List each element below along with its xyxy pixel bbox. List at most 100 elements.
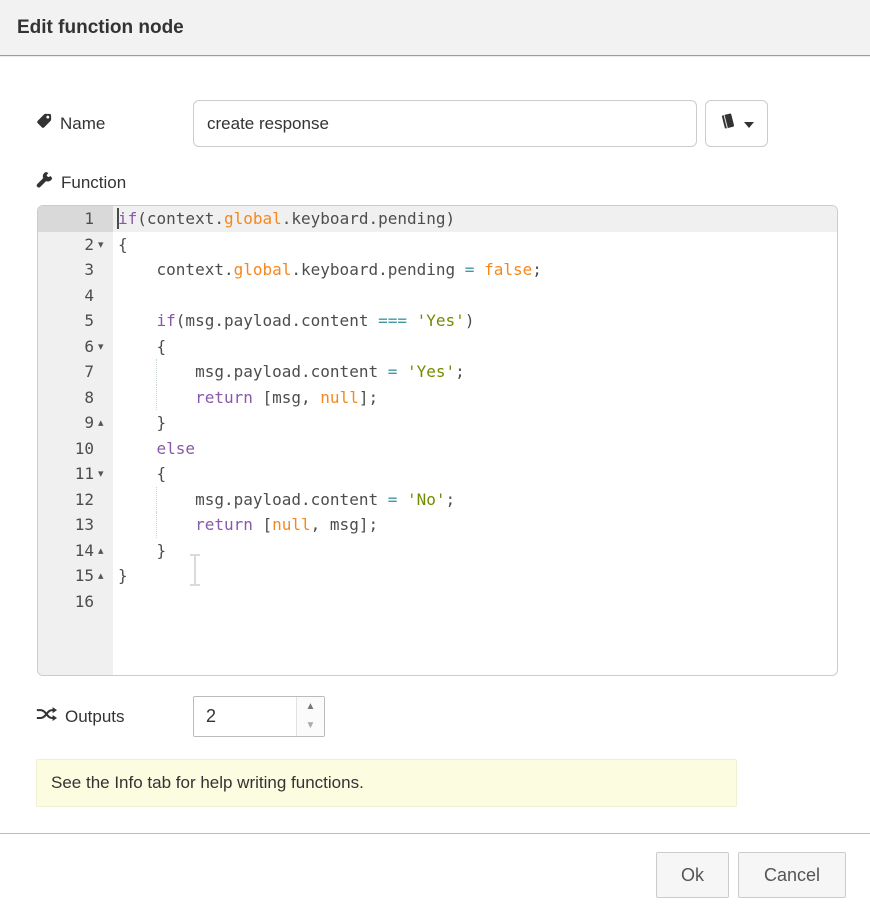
gutter-line: 8	[38, 385, 113, 411]
cancel-button[interactable]: Cancel	[738, 852, 846, 898]
gutter-line: 9▴	[38, 410, 113, 436]
dialog-title: Edit function node	[0, 0, 870, 55]
line-number: 13	[38, 512, 97, 538]
indent-guide	[156, 385, 157, 411]
code-line[interactable]: {	[113, 334, 837, 360]
name-label-text: Name	[60, 114, 105, 134]
mouse-ibeam-cursor	[188, 553, 202, 592]
line-number: 9	[38, 410, 97, 436]
outputs-label: Outputs	[36, 696, 125, 737]
gutter-line: 14▴	[38, 538, 113, 564]
info-tip-text: See the Info tab for help writing functi…	[51, 773, 364, 793]
gutter-line: 2▾	[38, 232, 113, 258]
fold-up-icon[interactable]: ▴	[97, 563, 113, 589]
code-token: 'Yes'	[417, 311, 465, 330]
code-token: {	[118, 464, 166, 483]
fold-up-icon[interactable]: ▴	[97, 538, 113, 564]
code-token: .keyboard.pending)	[282, 209, 455, 228]
code-token	[118, 311, 157, 330]
code-token: ;	[532, 260, 542, 279]
fold-spacer	[97, 206, 113, 232]
fold-up-icon[interactable]: ▴	[97, 410, 113, 436]
fold-spacer	[97, 359, 113, 385]
spinner-up-button[interactable]: ▲	[297, 697, 324, 717]
gutter-line: 6▾	[38, 334, 113, 360]
code-token: ];	[359, 388, 378, 407]
code-token: null	[320, 388, 359, 407]
book-icon	[719, 112, 737, 135]
code-line[interactable]: }	[113, 538, 837, 564]
gutter-line: 7	[38, 359, 113, 385]
code-token: msg.payload.content	[118, 362, 388, 381]
code-line[interactable]: if(context.global.keyboard.pending)	[113, 206, 837, 232]
wrench-icon	[36, 172, 53, 194]
code-token: ;	[446, 490, 456, 509]
code-token: (context.	[137, 209, 224, 228]
line-number: 12	[38, 487, 97, 513]
code-line[interactable]	[113, 589, 837, 615]
gutter-line: 4	[38, 283, 113, 309]
code-token: null	[272, 515, 311, 534]
name-input[interactable]	[193, 100, 697, 147]
code-token: }	[118, 413, 166, 432]
shuffle-icon	[36, 706, 57, 728]
code-token: false	[484, 260, 532, 279]
code-token: global	[234, 260, 292, 279]
code-token: return	[195, 515, 253, 534]
code-line[interactable]: return [msg, null];	[113, 385, 837, 411]
outputs-spinner-buttons: ▲ ▼	[296, 697, 324, 736]
code-token: msg.payload.content	[118, 490, 388, 509]
fold-down-icon[interactable]: ▾	[97, 334, 113, 360]
info-tip: See the Info tab for help writing functi…	[36, 759, 737, 807]
code-token: )	[465, 311, 475, 330]
code-editor-gutter: 12▾3456▾789▴1011▾121314▴15▴16	[38, 206, 113, 675]
code-token: 'Yes'	[407, 362, 455, 381]
code-token: [	[253, 515, 272, 534]
code-token: =	[388, 362, 398, 381]
fold-spacer	[97, 589, 113, 615]
line-number: 14	[38, 538, 97, 564]
line-number: 16	[38, 589, 97, 615]
ok-button[interactable]: Ok	[656, 852, 729, 898]
code-editor[interactable]: 12▾3456▾789▴1011▾121314▴15▴16 if(context…	[37, 205, 838, 676]
gutter-line: 15▴	[38, 563, 113, 589]
gutter-line: 12	[38, 487, 113, 513]
code-line[interactable]: msg.payload.content = 'Yes';	[113, 359, 837, 385]
gutter-line: 3	[38, 257, 113, 283]
fold-spacer	[97, 487, 113, 513]
gutter-line: 11▾	[38, 461, 113, 487]
fold-spacer	[97, 308, 113, 334]
spinner-down-button[interactable]: ▼	[297, 717, 324, 737]
line-number: 5	[38, 308, 97, 334]
fold-down-icon[interactable]: ▾	[97, 232, 113, 258]
function-label: Function	[36, 172, 126, 194]
code-line[interactable]: context.global.keyboard.pending = false;	[113, 257, 837, 283]
indent-guide	[156, 359, 157, 385]
line-number: 10	[38, 436, 97, 462]
code-token: 'No'	[407, 490, 446, 509]
code-token: {	[118, 235, 128, 254]
code-line[interactable]: msg.payload.content = 'No';	[113, 487, 837, 513]
code-line[interactable]: {	[113, 461, 837, 487]
code-line[interactable]	[113, 283, 837, 309]
dialog-header: Edit function node	[0, 0, 870, 56]
code-token: {	[118, 337, 166, 356]
code-editor-rows[interactable]: if(context.global.keyboard.pending) { con…	[113, 206, 837, 675]
code-token: [msg,	[253, 388, 320, 407]
code-line[interactable]: }	[113, 410, 837, 436]
code-line[interactable]: return [null, msg];	[113, 512, 837, 538]
code-token: , msg];	[311, 515, 378, 534]
code-token: }	[118, 566, 128, 585]
code-line[interactable]: else	[113, 436, 837, 462]
code-line[interactable]: if(msg.payload.content === 'Yes')	[113, 308, 837, 334]
fold-down-icon[interactable]: ▾	[97, 461, 113, 487]
code-line[interactable]: {	[113, 232, 837, 258]
code-line[interactable]: }	[113, 563, 837, 589]
code-token: ;	[455, 362, 465, 381]
line-number: 15	[38, 563, 97, 589]
code-token	[397, 362, 407, 381]
outputs-value[interactable]: 2	[194, 697, 296, 736]
outputs-spinner: 2 ▲ ▼	[193, 696, 325, 737]
fold-spacer	[97, 512, 113, 538]
library-button[interactable]	[705, 100, 768, 147]
